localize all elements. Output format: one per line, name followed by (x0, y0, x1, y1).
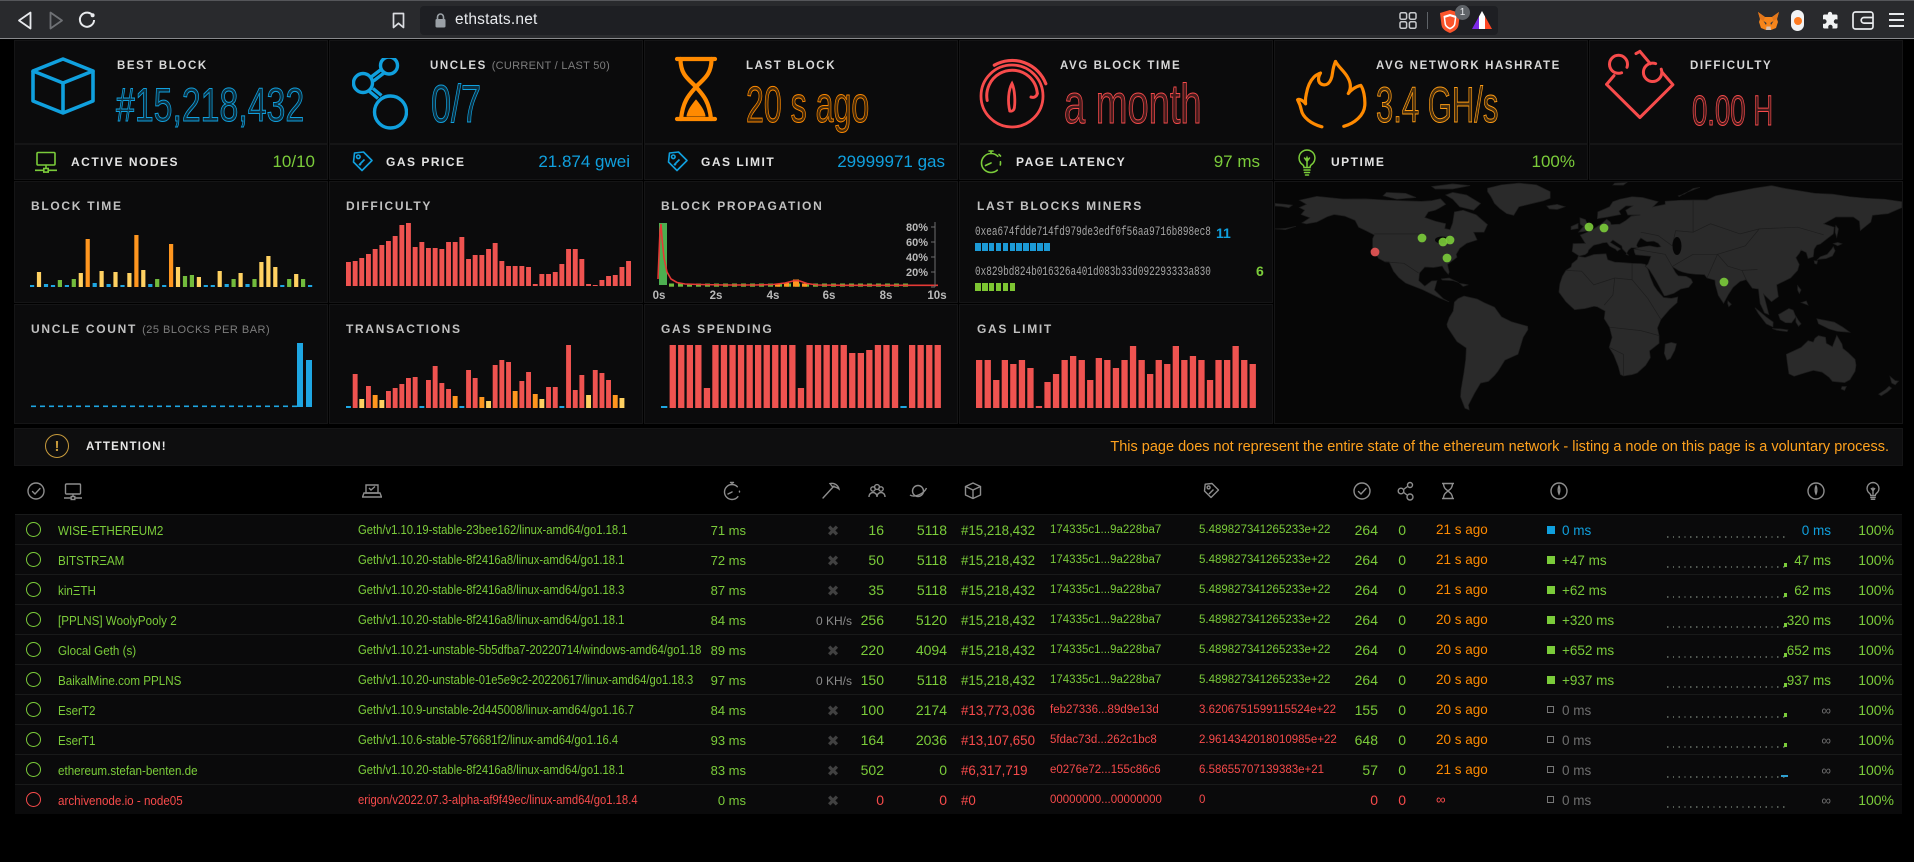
svg-text:60%: 60% (906, 237, 928, 249)
svg-text:0s: 0s (653, 290, 666, 302)
svg-text:80%: 80% (906, 222, 928, 234)
svg-text:10s: 10s (927, 290, 946, 302)
svg-text:4s: 4s (767, 290, 780, 302)
svg-text:2s: 2s (710, 290, 723, 302)
svg-text:20%: 20% (906, 267, 928, 279)
svg-text:8s: 8s (880, 290, 893, 302)
svg-text:40%: 40% (906, 252, 928, 264)
svg-text:6s: 6s (823, 290, 836, 302)
